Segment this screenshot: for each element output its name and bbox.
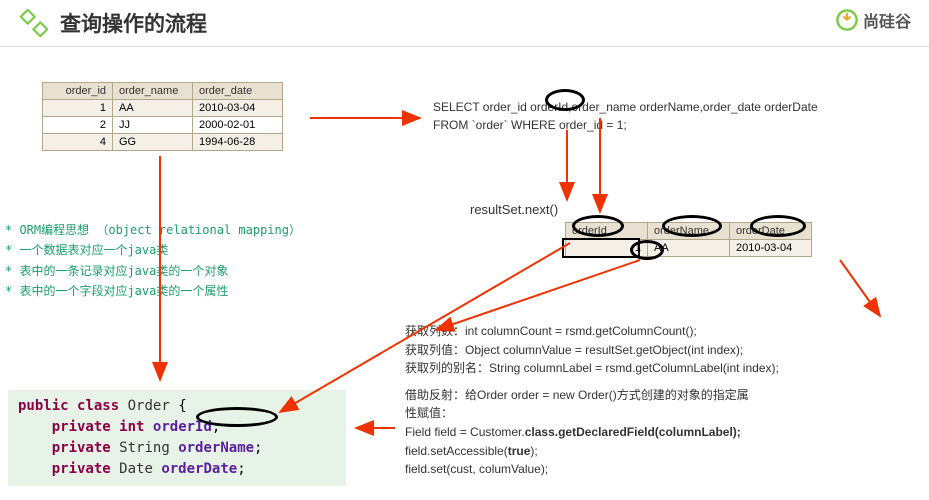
- table-row: 1AA2010-03-04: [43, 100, 283, 117]
- explain-line: 获取列值：Object columnValue = resultSet.getO…: [405, 341, 925, 360]
- code-line: private int orderId;: [18, 417, 336, 438]
- table-header-row: orderId orderName orderDate: [566, 223, 812, 240]
- sql-line: FROM `order` WHERE order_id = 1;: [433, 116, 903, 134]
- explain-line: Field field = Customer.class.getDeclared…: [405, 423, 925, 442]
- source-table: order_id order_name order_date 1AA2010-0…: [42, 82, 283, 151]
- result-table: orderId orderName orderDate 1AA2010-03-0…: [565, 222, 812, 257]
- table-row: 1AA2010-03-04: [566, 240, 812, 257]
- explain-line: 借助反射：给Order order = new Order()方式创建的对象的指…: [405, 386, 925, 405]
- explain-line: 性赋值：: [405, 404, 925, 423]
- explain-line: 获取列的别名：String columnLabel = rsmd.getColu…: [405, 359, 925, 378]
- sql-line: SELECT order_id orderId,order_name order…: [433, 98, 903, 116]
- explain-line: field.setAccessible(true);: [405, 442, 925, 461]
- note-line: * 一个数据表对应一个java类: [5, 240, 301, 260]
- sql-statement: SELECT order_id orderId,order_name order…: [433, 98, 903, 134]
- table-header-row: order_id order_name order_date: [43, 83, 283, 100]
- code-line: public class Order {: [18, 396, 336, 417]
- explain-line: field.set(cust, columValue);: [405, 460, 925, 479]
- resultset-label: resultSet.next(): [470, 202, 558, 217]
- page-header: 查询操作的流程: [0, 0, 929, 47]
- col-header: orderId: [566, 223, 648, 240]
- col-header: order_id: [43, 83, 113, 100]
- note-line: * 表中的一个字段对应java类的一个属性: [5, 281, 301, 301]
- col-header: orderName: [648, 223, 730, 240]
- code-line: private String orderName;: [18, 438, 336, 459]
- brand-logo: 尚硅谷: [835, 8, 911, 32]
- logo-text: 尚硅谷: [863, 8, 911, 32]
- col-header: orderDate: [730, 223, 812, 240]
- note-line: * ORM编程思想 （object relational mapping）: [5, 220, 301, 240]
- page-title: 查询操作的流程: [60, 8, 207, 38]
- note-line: * 表中的一条记录对应java类的一个对象: [5, 261, 301, 281]
- code-line: private Date orderDate;: [18, 459, 336, 480]
- table-row: 2JJ2000-02-01: [43, 117, 283, 134]
- logo-icon: [835, 8, 859, 32]
- explanation-text: 获取列数：int columnCount = rsmd.getColumnCou…: [405, 322, 925, 479]
- col-header: order_date: [193, 83, 283, 100]
- col-header: order_name: [113, 83, 193, 100]
- orm-notes: * ORM编程思想 （object relational mapping） * …: [5, 220, 301, 302]
- table-row: 4GG1994-06-28: [43, 134, 283, 151]
- header-diamond-icon: [20, 9, 48, 37]
- explain-line: 获取列数：int columnCount = rsmd.getColumnCou…: [405, 322, 925, 341]
- java-class-code: public class Order { private int orderId…: [8, 390, 346, 486]
